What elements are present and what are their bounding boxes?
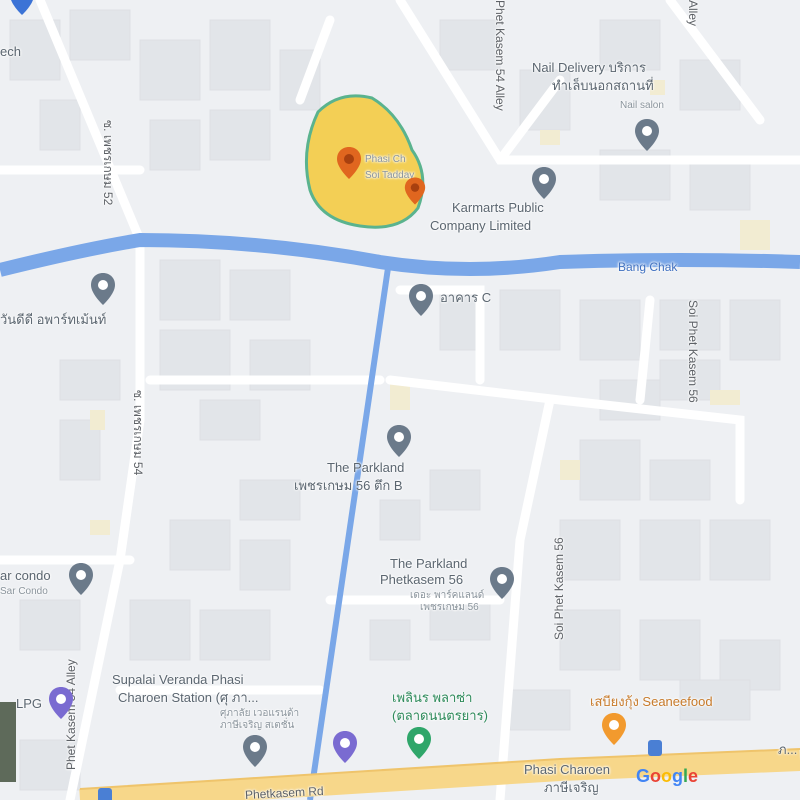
place-label-market-2[interactable]: (ตลาดนนตรยาร) — [392, 708, 488, 723]
parkland-b-pin-icon[interactable] — [386, 424, 412, 458]
place-label-supalai[interactable]: Supalai Veranda Phasi — [112, 672, 244, 687]
lpg-pin-icon[interactable] — [48, 686, 74, 720]
road-label-soi-right: Soi Phet Kasem 56 — [552, 537, 566, 640]
place-label-parkland-b[interactable]: The Parkland — [327, 460, 404, 475]
place-sublabel-condo: Sar Condo — [0, 586, 48, 597]
transit-station-icon[interactable] — [648, 740, 662, 756]
place-label-parkland[interactable]: The Parkland — [390, 556, 467, 571]
market-pin-icon[interactable] — [406, 726, 432, 760]
condo-pin-icon[interactable] — [68, 562, 94, 596]
place-label-nail-delivery[interactable]: Nail Delivery บริการ — [532, 60, 646, 75]
place-sublabel-nail-salon: Nail salon — [620, 100, 664, 111]
place-sublabel-supalai-4: ภาษีเจริญ สเตชั่น — [220, 720, 295, 731]
secondary-orange-pin-icon[interactable] — [404, 176, 426, 206]
place-label-lpg[interactable]: LPG — [16, 696, 42, 711]
place-label-parkland-2[interactable]: Phetkasem 56 — [380, 572, 463, 587]
place-label-left-apartment[interactable]: วันดีดี อพาร์ทเม้นท์ — [0, 312, 106, 327]
road-label-soi-top-right2: Alley — [686, 0, 700, 27]
purple-pin-icon[interactable] — [332, 730, 358, 764]
place-label-phasi-station-th[interactable]: ภาษีเจริญ — [544, 780, 599, 795]
place-label-seafood[interactable]: เสบียงกุ้ง Seaneefood — [590, 694, 713, 709]
place-label-edge[interactable]: ภ... — [778, 742, 797, 757]
building-c-pin-icon[interactable] — [408, 283, 434, 317]
place-label-phasi-station[interactable]: Phasi Charoen — [524, 762, 610, 777]
place-sublabel-supalai-3: ศุภาลัย เวอแรนด้า — [220, 708, 300, 719]
place-label-supalai-2[interactable]: Charoen Station (ศุ ภา... — [118, 690, 258, 705]
selected-location-pin-icon[interactable] — [336, 146, 362, 180]
place-label-karmarts[interactable]: Karmarts Public — [452, 200, 544, 215]
place-label-condo[interactable]: ar condo — [0, 568, 51, 583]
road-label-soi-left-th: ซ. เพชรเกษม 54 — [131, 390, 145, 476]
place-sublabel-parkland-3: เดอะ พาร์คแลนด์ — [410, 590, 485, 601]
road-label-soi-top-th: ซ. เพชรเกษม 52 — [101, 120, 115, 206]
road-label-soi-right2: Soi Phet Kasem 56 — [686, 300, 700, 403]
place-label-market[interactable]: เพลินร พลาซ่า — [392, 690, 472, 705]
highlight-label-1: Phasi Ch — [365, 154, 406, 165]
company-pin-icon[interactable] — [531, 166, 557, 200]
parkland-pin-icon[interactable] — [489, 566, 515, 600]
place-label-nail-delivery-th[interactable]: ทำเล็บนอกสถานที่ — [552, 78, 654, 93]
place-label-building-c[interactable]: อาคาร C — [440, 290, 491, 305]
map-pin-icon[interactable] — [9, 0, 35, 16]
place-sublabel-parkland-4: เพชรเกษม 56 — [420, 602, 479, 613]
seafood-pin-icon[interactable] — [601, 712, 627, 746]
place-label-parkland-b-2[interactable]: เพชรเกษม 56 ตึก B — [294, 478, 403, 493]
street-view-thumbnail[interactable] — [0, 702, 16, 782]
transit-station-icon-2[interactable] — [98, 788, 112, 800]
nail-salon-pin-icon[interactable] — [634, 118, 660, 152]
road-label-soi-top-right: Phet Kasem 54 Alley — [493, 0, 507, 111]
place-label-karmarts-2[interactable]: Company Limited — [430, 218, 531, 233]
place-label-tech[interactable]: ech — [0, 44, 21, 59]
canal-label: Bang Chak — [618, 260, 678, 274]
supalai-pin-icon[interactable] — [242, 734, 268, 768]
apartment-pin-icon[interactable] — [90, 272, 116, 306]
google-logo: Google — [636, 766, 699, 786]
map-canvas[interactable]: ซ. เพชรเกษม 52 ซ. เพชรเกษม 54 Phet Kasem… — [0, 0, 800, 800]
